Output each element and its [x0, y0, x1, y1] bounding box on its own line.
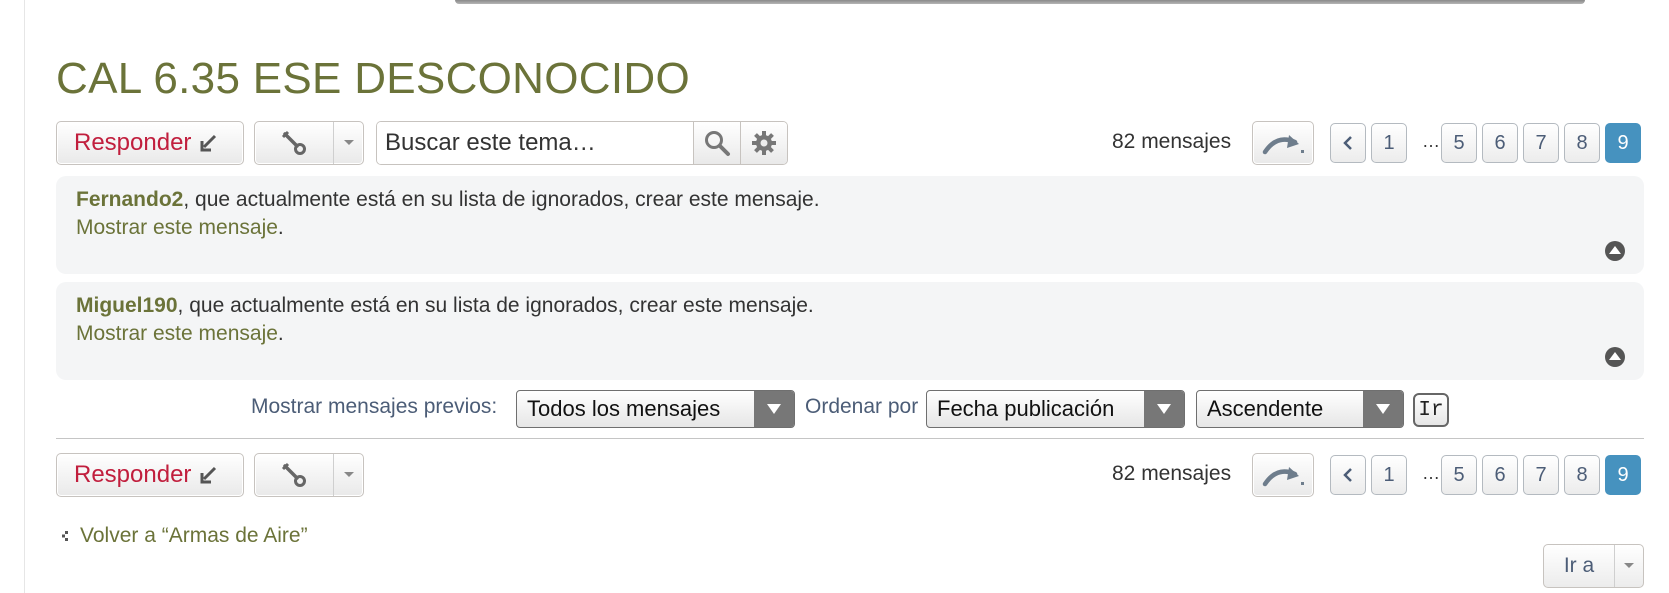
page-button-7[interactable]: 7	[1523, 123, 1559, 163]
pagination-ellipsis: …	[1422, 131, 1440, 151]
gear-icon	[752, 131, 776, 155]
topic-tools-button[interactable]	[254, 121, 364, 165]
back-to-forum-label: Volver a “Armas de Aire”	[80, 524, 308, 547]
ignored-post: Fernando2, que actualmente está en su li…	[56, 176, 1644, 274]
back-to-top-icon[interactable]	[1604, 240, 1626, 262]
chevron-down-icon	[1615, 562, 1643, 570]
jump-to-label: Ir a	[1544, 545, 1615, 587]
ignored-post-notice: Miguel190, que actualmente está en su li…	[76, 294, 814, 318]
chevron-down-icon	[334, 139, 363, 147]
chevron-down-icon	[1144, 391, 1184, 427]
reply-button-label: Responder	[74, 129, 192, 156]
show-post-line: Mostrar este mensaje.	[76, 322, 284, 346]
reply-button[interactable]: Responder	[56, 121, 244, 165]
search-box	[376, 121, 788, 165]
reply-button-label: Responder	[74, 461, 192, 488]
show-post-link[interactable]: Mostrar este mensaje	[76, 322, 278, 345]
show-post-link[interactable]: Mostrar este mensaje	[76, 216, 278, 239]
search-input[interactable]	[377, 122, 693, 164]
pagination-ellipsis: …	[1422, 463, 1440, 483]
show-post-suffix: .	[277, 216, 284, 239]
post-author[interactable]: Fernando2	[76, 188, 183, 211]
sort-by-value: Fecha publicación	[937, 396, 1115, 421]
show-post-suffix: .	[277, 322, 284, 345]
action-bar-top: Responder Buscar este tema… 82 mensajes …	[56, 121, 1644, 167]
ignored-post-message: , que actualmente está en su lista de ig…	[183, 188, 820, 211]
chevron-down-icon	[754, 391, 794, 427]
wrench-icon	[255, 454, 334, 496]
search-button[interactable]	[693, 122, 740, 164]
jump-to-page-button[interactable]	[1252, 453, 1314, 497]
page-button-8[interactable]: 8	[1564, 123, 1600, 163]
page-button-6[interactable]: 6	[1482, 455, 1518, 495]
page-button-5[interactable]: 5	[1441, 455, 1477, 495]
wrench-icon	[255, 122, 334, 164]
display-posts-value: Todos los mensajes	[527, 396, 721, 421]
page-button-current: 9	[1605, 455, 1641, 495]
jump-arrow-icon	[1262, 135, 1304, 155]
page-button-1[interactable]: 1	[1371, 123, 1407, 163]
chevron-down-icon	[1363, 391, 1403, 427]
show-post-line: Mostrar este mensaje.	[76, 216, 284, 240]
topic-tools-button[interactable]	[254, 453, 364, 497]
page-button-6[interactable]: 6	[1482, 123, 1518, 163]
reply-arrow-icon	[200, 466, 217, 484]
page-button-1[interactable]: 1	[1371, 455, 1407, 495]
divider	[56, 438, 1644, 439]
sort-direction-value: Ascendente	[1207, 396, 1324, 421]
chevron-left-icon	[1343, 136, 1352, 150]
reply-arrow-icon	[200, 134, 217, 152]
search-icon	[705, 131, 730, 156]
page-button-8[interactable]: 8	[1564, 455, 1600, 495]
reply-button[interactable]: Responder	[56, 453, 244, 497]
previous-page-button[interactable]	[1330, 123, 1366, 163]
previous-page-button[interactable]	[1330, 455, 1366, 495]
chevron-left-icon	[1343, 468, 1352, 482]
page-button-current: 9	[1605, 123, 1641, 163]
chevron-down-icon	[334, 471, 363, 479]
post-count: 82 mensajes	[1112, 130, 1232, 153]
jump-to-forum-button[interactable]: Ir a	[1543, 544, 1644, 588]
ignored-post-notice: Fernando2, que actualmente está en su li…	[76, 188, 820, 212]
post-count: 82 mensajes	[1112, 462, 1232, 485]
ignored-post: Miguel190, que actualmente está en su li…	[56, 282, 1644, 380]
action-bar-bottom: Responder 82 mensajes 1 … 5 6 7 8 9	[56, 453, 1644, 499]
jump-arrow-icon	[1262, 467, 1304, 487]
display-posts-select[interactable]: Todos los mensajes	[516, 390, 795, 428]
back-to-top-icon[interactable]	[1604, 346, 1626, 368]
page-button-7[interactable]: 7	[1523, 455, 1559, 495]
chevron-left-icon	[62, 531, 68, 541]
topic-title: CAL 6.35 ESE DESCONOCIDO	[56, 54, 690, 103]
jump-to-page-button[interactable]	[1252, 121, 1314, 165]
post-author[interactable]: Miguel190	[76, 294, 178, 317]
sort-by-select[interactable]: Fecha publicación	[926, 390, 1185, 428]
ignored-post-message: , que actualmente está en su lista de ig…	[177, 294, 814, 317]
sort-by-label: Ordenar por	[805, 395, 919, 418]
header-image-edge	[455, 0, 1585, 4]
page-button-5[interactable]: 5	[1441, 123, 1477, 163]
back-to-forum-link[interactable]: Volver a “Armas de Aire”	[61, 524, 308, 548]
sort-options-bar: Mostrar mensajes previos: Todos los mens…	[0, 388, 1669, 432]
display-posts-label: Mostrar mensajes previos:	[251, 395, 498, 418]
advanced-search-button[interactable]	[740, 122, 787, 164]
sort-direction-select[interactable]: Ascendente	[1196, 390, 1404, 428]
left-border	[24, 0, 25, 593]
sort-go-button[interactable]: Ir	[1413, 393, 1449, 427]
